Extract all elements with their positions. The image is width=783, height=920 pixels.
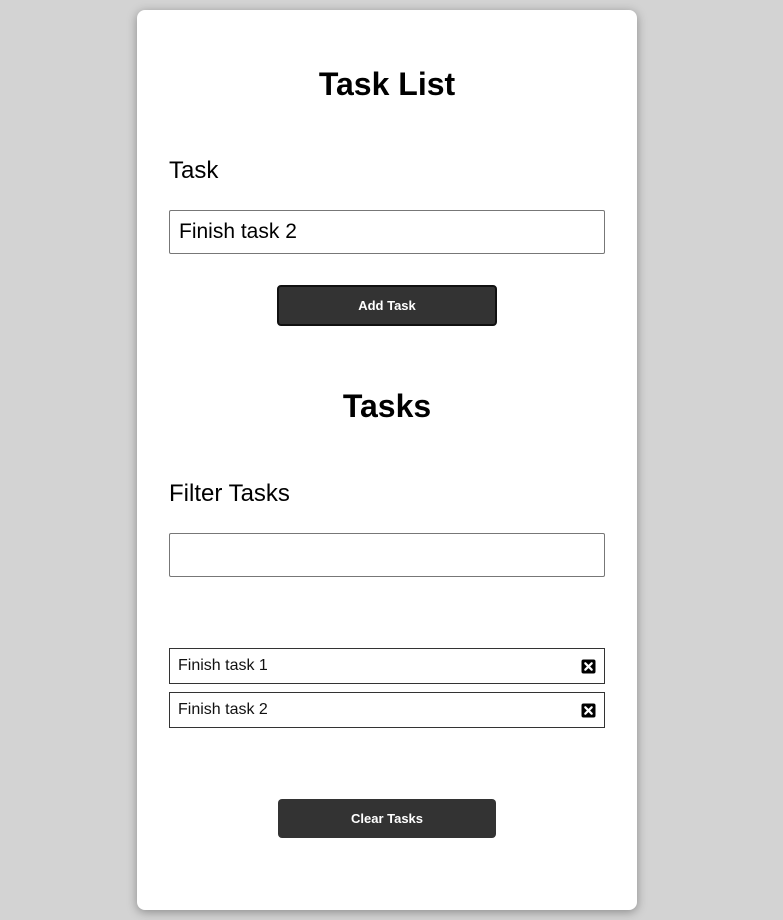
task-item: Finish task 2 (169, 692, 605, 728)
delete-task-icon[interactable] (580, 658, 596, 674)
close-square-icon (581, 659, 595, 673)
page-title: Task List (318, 66, 456, 102)
add-task-button[interactable]: Add Task (277, 285, 497, 326)
task-list: Finish task 1 Finish task 2 (169, 648, 605, 736)
tasks-heading: Tasks (342, 388, 432, 424)
delete-task-icon[interactable] (580, 702, 596, 718)
filter-input[interactable] (169, 533, 605, 577)
task-label: Task (169, 157, 219, 184)
clear-tasks-button[interactable]: Clear Tasks (278, 799, 496, 838)
filter-label: Filter Tasks (169, 480, 290, 507)
task-card: Task List Task Add Task Tasks Filter Tas… (137, 10, 637, 910)
task-item-label: Finish task 2 (178, 701, 268, 718)
close-square-icon (581, 703, 595, 717)
task-input[interactable] (169, 210, 605, 254)
task-item: Finish task 1 (169, 648, 605, 684)
task-item-label: Finish task 1 (178, 657, 268, 674)
